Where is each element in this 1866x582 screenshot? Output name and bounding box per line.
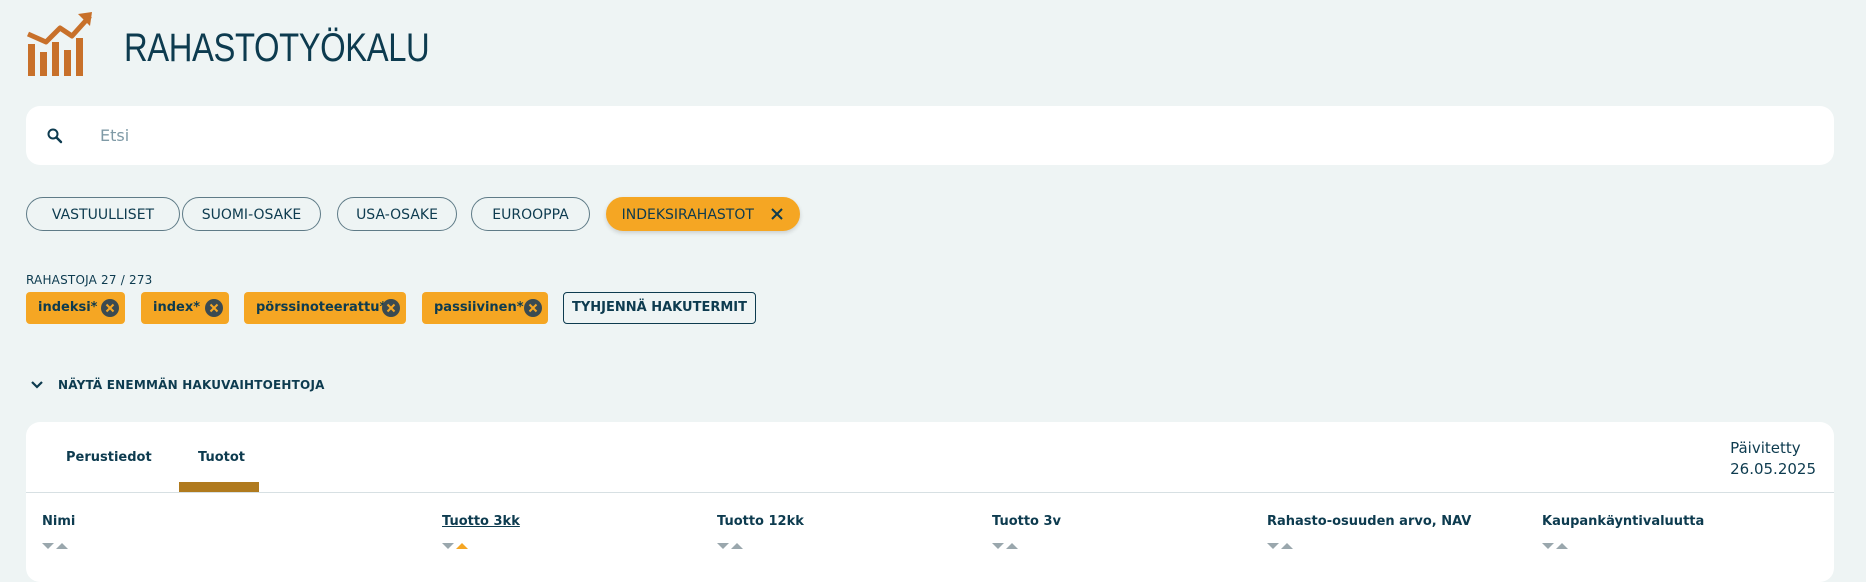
column-header-return-12m[interactable]: Tuotto 12kk (717, 514, 804, 529)
close-icon[interactable] (770, 207, 784, 221)
chip-indeksirahastot[interactable]: INDEKSIRAHASTOT (606, 197, 800, 231)
updated-label: Päivitetty (1730, 439, 1801, 457)
column-header-currency[interactable]: Kaupankäyntivaluutta (1542, 514, 1704, 529)
search-icon (47, 128, 63, 144)
search-input[interactable] (74, 106, 1800, 165)
search-term: indeksi* (26, 292, 125, 324)
remove-term-icon[interactable] (382, 299, 400, 317)
chip-label: EUROOPPA (492, 207, 569, 223)
active-tab-indicator (179, 482, 259, 492)
remove-term-icon[interactable] (101, 299, 119, 317)
rising-bar-chart-icon[interactable] (26, 12, 94, 76)
sort-icon-active[interactable] (442, 540, 472, 550)
sort-icon[interactable] (717, 540, 747, 550)
search-term: index* (141, 292, 229, 324)
tab-tuotot[interactable]: Tuotot (198, 450, 245, 465)
chip-label: VASTUULLISET (51, 207, 155, 223)
search-term-label: index* (153, 300, 201, 315)
column-header-nav[interactable]: Rahasto-osuuden arvo, NAV (1267, 514, 1471, 529)
remove-term-icon[interactable] (524, 299, 542, 317)
search-term-label: indeksi* (38, 300, 98, 315)
column-header-return-3m[interactable]: Tuotto 3kk (442, 514, 520, 529)
search-term-label: passiivinen* (434, 300, 524, 315)
column-header-return-3y[interactable]: Tuotto 3v (992, 514, 1061, 529)
tab-perustiedot[interactable]: Perustiedot (66, 450, 152, 465)
app-header: RAHASTOTYÖKALU (26, 12, 826, 78)
chip-label: INDEKSIRAHASTOT (621, 207, 754, 223)
clear-terms-button[interactable]: TYHJENNÄ HAKUTERMIT (563, 292, 756, 324)
more-options-label: NÄYTÄ ENEMMÄN HAKUVAIHTOEHTOJA (58, 378, 325, 392)
updated-info: Päivitetty 26.05.2025 (1730, 438, 1816, 480)
remove-term-icon[interactable] (205, 299, 223, 317)
search-term: pörssinoteerattu* (244, 292, 406, 324)
chip-vastuulliset[interactable]: VASTUULLISET (26, 197, 180, 231)
results-panel: Perustiedot Tuotot Päivitetty 26.05.2025… (26, 422, 1834, 582)
column-header-name[interactable]: Nimi (42, 514, 75, 529)
app-title: RAHASTOTYÖKALU (124, 26, 430, 70)
sort-icon[interactable] (42, 540, 72, 550)
sort-icon[interactable] (1542, 540, 1572, 550)
chip-suomi-osake[interactable]: SUOMI-OSAKE (182, 197, 321, 231)
chip-label: USA-OSAKE (356, 207, 438, 223)
updated-date: 26.05.2025 (1730, 460, 1816, 478)
chip-label: SUOMI-OSAKE (201, 207, 302, 223)
search-term-label: pörssinoteerattu* (256, 300, 387, 315)
chevron-down-icon (31, 381, 43, 389)
chip-usa-osake[interactable]: USA-OSAKE (337, 197, 457, 231)
tabs-divider (26, 492, 1834, 493)
results-count: RAHASTOJA 27 / 273 (26, 273, 153, 287)
chip-eurooppa[interactable]: EUROOPPA (471, 197, 590, 231)
sort-icon[interactable] (992, 540, 1022, 550)
search-bar (26, 106, 1834, 165)
sort-icon[interactable] (1267, 540, 1297, 550)
search-term: passiivinen* (422, 292, 548, 324)
